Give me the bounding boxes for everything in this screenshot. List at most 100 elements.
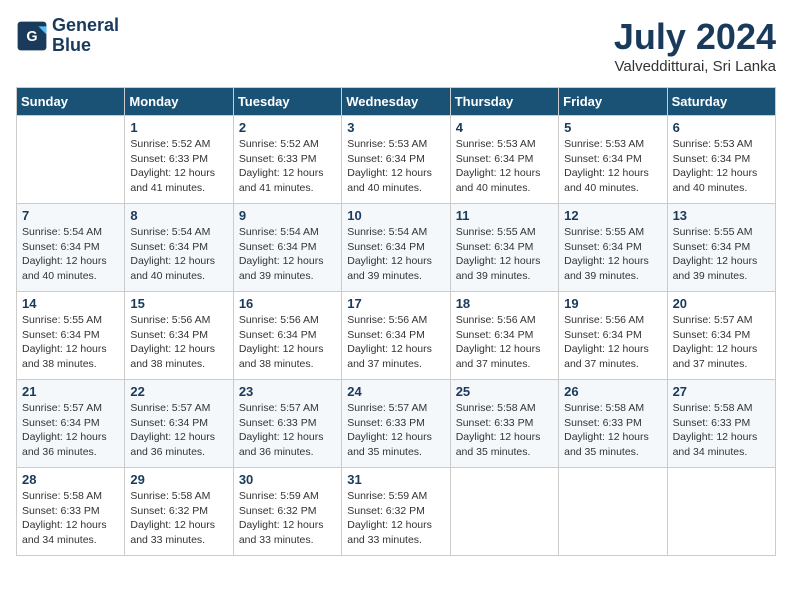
calendar-cell: 6Sunrise: 5:53 AMSunset: 6:34 PMDaylight… bbox=[667, 116, 775, 204]
calendar-cell: 15Sunrise: 5:56 AMSunset: 6:34 PMDayligh… bbox=[125, 292, 233, 380]
calendar-cell: 16Sunrise: 5:56 AMSunset: 6:34 PMDayligh… bbox=[233, 292, 341, 380]
calendar-cell: 11 Sunrise: 5:55 AMSunset: 6:34 PMDayligh… bbox=[450, 204, 558, 292]
day-info: Sunrise: 5:58 AMSunset: 6:32 PMDaylight:… bbox=[130, 489, 227, 548]
calendar-cell: 8 Sunrise: 5:54 AMSunset: 6:34 PMDaylight… bbox=[125, 204, 233, 292]
day-number: 10 bbox=[347, 208, 444, 223]
day-number: 28 bbox=[22, 472, 119, 487]
day-number: 29 bbox=[130, 472, 227, 487]
svg-text:G: G bbox=[26, 29, 37, 45]
calendar-cell: 26 Sunrise: 5:58 AMSunset: 6:33 PMDayligh… bbox=[559, 380, 667, 468]
calendar-cell: 18 Sunrise: 5:56 AMSunset: 6:34 PMDayligh… bbox=[450, 292, 558, 380]
calendar-cell: 30 Sunrise: 5:59 AMSunset: 6:32 PMDayligh… bbox=[233, 468, 341, 556]
calendar-cell: 21Sunrise: 5:57 AMSunset: 6:34 PMDayligh… bbox=[17, 380, 125, 468]
day-number: 6 bbox=[673, 120, 770, 135]
day-info: Sunrise: 5:59 AMSunset: 6:32 PMDaylight:… bbox=[239, 489, 336, 548]
calendar-cell: 28 Sunrise: 5:58 AMSunset: 6:33 PMDayligh… bbox=[17, 468, 125, 556]
calendar-cell: 10 Sunrise: 5:54 AMSunset: 6:34 PMDayligh… bbox=[342, 204, 450, 292]
title-section: July 2024 Valvedditturai, Sri Lanka bbox=[614, 16, 776, 75]
day-number: 25 bbox=[456, 384, 553, 399]
day-number: 14 bbox=[22, 296, 119, 311]
week-row-5: 28 Sunrise: 5:58 AMSunset: 6:33 PMDayligh… bbox=[17, 468, 776, 556]
weekday-header-friday: Friday bbox=[559, 88, 667, 116]
weekday-header-row: SundayMondayTuesdayWednesdayThursdayFrid… bbox=[17, 88, 776, 116]
day-number: 20 bbox=[673, 296, 770, 311]
day-info: Sunrise: 5:58 AMSunset: 6:33 PMDaylight:… bbox=[673, 401, 770, 460]
calendar-cell: 27 Sunrise: 5:58 AMSunset: 6:33 PMDayligh… bbox=[667, 380, 775, 468]
day-info: Sunrise: 5:57 AMSunset: 6:34 PMDaylight:… bbox=[673, 313, 770, 372]
day-number: 21 bbox=[22, 384, 119, 399]
day-number: 27 bbox=[673, 384, 770, 399]
day-number: 22 bbox=[130, 384, 227, 399]
calendar-cell: 3 Sunrise: 5:53 AMSunset: 6:34 PMDaylight… bbox=[342, 116, 450, 204]
day-info: Sunrise: 5:52 AMSunset: 6:33 PMDaylight:… bbox=[239, 137, 336, 196]
day-number: 17 bbox=[347, 296, 444, 311]
week-row-2: 7 Sunrise: 5:54 AMSunset: 6:34 PMDaylight… bbox=[17, 204, 776, 292]
calendar-cell: 22Sunrise: 5:57 AMSunset: 6:34 PMDayligh… bbox=[125, 380, 233, 468]
logo-icon: G bbox=[16, 20, 48, 52]
calendar-cell: 7 Sunrise: 5:54 AMSunset: 6:34 PMDaylight… bbox=[17, 204, 125, 292]
day-info: Sunrise: 5:56 AMSunset: 6:34 PMDaylight:… bbox=[456, 313, 553, 372]
calendar-cell: 9Sunrise: 5:54 AMSunset: 6:34 PMDaylight… bbox=[233, 204, 341, 292]
calendar-cell: 25 Sunrise: 5:58 AMSunset: 6:33 PMDayligh… bbox=[450, 380, 558, 468]
weekday-header-tuesday: Tuesday bbox=[233, 88, 341, 116]
calendar-table: SundayMondayTuesdayWednesdayThursdayFrid… bbox=[16, 87, 776, 556]
week-row-4: 21Sunrise: 5:57 AMSunset: 6:34 PMDayligh… bbox=[17, 380, 776, 468]
day-number: 4 bbox=[456, 120, 553, 135]
day-info: Sunrise: 5:55 AMSunset: 6:34 PMDaylight:… bbox=[22, 313, 119, 372]
calendar-cell bbox=[17, 116, 125, 204]
calendar-cell: 31Sunrise: 5:59 AMSunset: 6:32 PMDayligh… bbox=[342, 468, 450, 556]
calendar-cell bbox=[559, 468, 667, 556]
day-info: Sunrise: 5:55 AMSunset: 6:34 PMDaylight:… bbox=[456, 225, 553, 284]
day-number: 31 bbox=[347, 472, 444, 487]
calendar-cell: 2Sunrise: 5:52 AMSunset: 6:33 PMDaylight… bbox=[233, 116, 341, 204]
day-info: Sunrise: 5:54 AMSunset: 6:34 PMDaylight:… bbox=[239, 225, 336, 284]
day-number: 11 bbox=[456, 208, 553, 223]
calendar-cell bbox=[450, 468, 558, 556]
day-number: 18 bbox=[456, 296, 553, 311]
calendar-cell: 1 Sunrise: 5:52 AMSunset: 6:33 PMDaylight… bbox=[125, 116, 233, 204]
day-number: 23 bbox=[239, 384, 336, 399]
day-number: 15 bbox=[130, 296, 227, 311]
calendar-cell: 4 Sunrise: 5:53 AMSunset: 6:34 PMDaylight… bbox=[450, 116, 558, 204]
weekday-header-saturday: Saturday bbox=[667, 88, 775, 116]
day-info: Sunrise: 5:58 AMSunset: 6:33 PMDaylight:… bbox=[456, 401, 553, 460]
page-header: G General Blue July 2024 Valvedditturai,… bbox=[16, 16, 776, 75]
day-info: Sunrise: 5:58 AMSunset: 6:33 PMDaylight:… bbox=[22, 489, 119, 548]
day-info: Sunrise: 5:57 AMSunset: 6:33 PMDaylight:… bbox=[239, 401, 336, 460]
logo-line2: Blue bbox=[52, 36, 119, 56]
calendar-cell: 19Sunrise: 5:56 AMSunset: 6:34 PMDayligh… bbox=[559, 292, 667, 380]
day-number: 7 bbox=[22, 208, 119, 223]
day-number: 3 bbox=[347, 120, 444, 135]
day-info: Sunrise: 5:53 AMSunset: 6:34 PMDaylight:… bbox=[347, 137, 444, 196]
day-info: Sunrise: 5:58 AMSunset: 6:33 PMDaylight:… bbox=[564, 401, 661, 460]
day-info: Sunrise: 5:52 AMSunset: 6:33 PMDaylight:… bbox=[130, 137, 227, 196]
day-info: Sunrise: 5:56 AMSunset: 6:34 PMDaylight:… bbox=[564, 313, 661, 372]
day-number: 8 bbox=[130, 208, 227, 223]
calendar-cell: 5Sunrise: 5:53 AMSunset: 6:34 PMDaylight… bbox=[559, 116, 667, 204]
day-info: Sunrise: 5:54 AMSunset: 6:34 PMDaylight:… bbox=[130, 225, 227, 284]
day-number: 16 bbox=[239, 296, 336, 311]
day-number: 24 bbox=[347, 384, 444, 399]
day-info: Sunrise: 5:55 AMSunset: 6:34 PMDaylight:… bbox=[673, 225, 770, 284]
calendar-cell: 29 Sunrise: 5:58 AMSunset: 6:32 PMDayligh… bbox=[125, 468, 233, 556]
day-number: 26 bbox=[564, 384, 661, 399]
weekday-header-sunday: Sunday bbox=[17, 88, 125, 116]
day-info: Sunrise: 5:56 AMSunset: 6:34 PMDaylight:… bbox=[347, 313, 444, 372]
day-number: 30 bbox=[239, 472, 336, 487]
calendar-cell: 13 Sunrise: 5:55 AMSunset: 6:34 PMDayligh… bbox=[667, 204, 775, 292]
calendar-cell: 12Sunrise: 5:55 AMSunset: 6:34 PMDayligh… bbox=[559, 204, 667, 292]
day-number: 1 bbox=[130, 120, 227, 135]
day-info: Sunrise: 5:54 AMSunset: 6:34 PMDaylight:… bbox=[347, 225, 444, 284]
day-number: 13 bbox=[673, 208, 770, 223]
day-info: Sunrise: 5:57 AMSunset: 6:33 PMDaylight:… bbox=[347, 401, 444, 460]
logo-text: General Blue bbox=[52, 16, 119, 56]
day-info: Sunrise: 5:55 AMSunset: 6:34 PMDaylight:… bbox=[564, 225, 661, 284]
logo: G General Blue bbox=[16, 16, 119, 56]
month-title: July 2024 bbox=[614, 16, 776, 58]
weekday-header-monday: Monday bbox=[125, 88, 233, 116]
day-info: Sunrise: 5:54 AMSunset: 6:34 PMDaylight:… bbox=[22, 225, 119, 284]
calendar-cell: 24 Sunrise: 5:57 AMSunset: 6:33 PMDayligh… bbox=[342, 380, 450, 468]
day-info: Sunrise: 5:53 AMSunset: 6:34 PMDaylight:… bbox=[456, 137, 553, 196]
calendar-cell bbox=[667, 468, 775, 556]
logo-line1: General bbox=[52, 16, 119, 36]
